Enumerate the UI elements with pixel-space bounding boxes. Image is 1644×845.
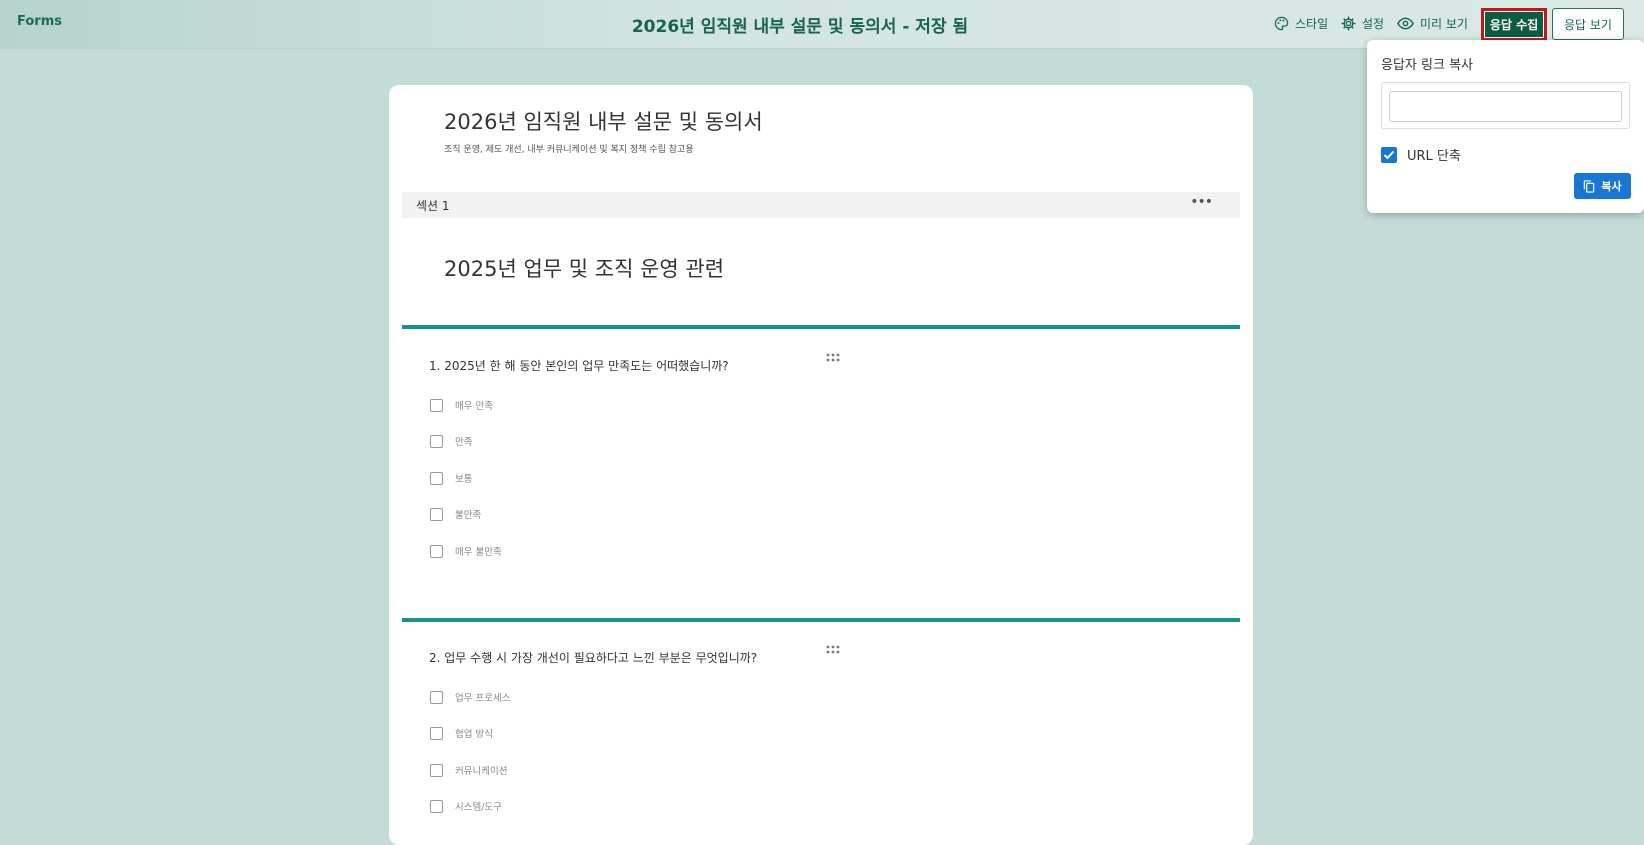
checkbox[interactable] — [430, 544, 443, 558]
gear-icon — [1341, 16, 1356, 31]
form-description[interactable]: 조직 운영, 제도 개선, 내부 커뮤니케이션 및 복지 정책 수립 참고용 — [444, 142, 694, 155]
option-label: 매우 불만족 — [455, 547, 502, 558]
shorten-url-checkbox[interactable] — [1381, 146, 1397, 163]
option-label: 시스템/도구 — [455, 802, 502, 813]
form-card: 2026년 임직원 내부 설문 및 동의서 조직 운영, 제도 개선, 내부 커… — [389, 85, 1253, 845]
style-button[interactable]: 스타일 — [1274, 15, 1328, 32]
option-item[interactable]: 불만족 — [430, 507, 481, 521]
preview-label: 미리 보기 — [1420, 17, 1468, 31]
checkbox[interactable] — [430, 799, 443, 813]
checkbox[interactable] — [430, 398, 443, 412]
form-title[interactable]: 2026년 임직원 내부 설문 및 동의서 — [444, 106, 763, 136]
preview-button[interactable]: 미리 보기 — [1397, 15, 1468, 32]
checkbox[interactable] — [430, 434, 443, 448]
collect-responses-label: 응답 수집 — [1485, 12, 1543, 37]
share-link-popup: 응답자 링크 복사 URL 단축 복사 — [1367, 40, 1644, 213]
option-label: 불만족 — [455, 510, 482, 521]
question-divider — [402, 325, 1240, 329]
checkbox[interactable] — [430, 507, 443, 521]
drag-handle-icon[interactable] — [825, 645, 841, 655]
section-header: 섹션 1 ••• — [402, 192, 1240, 218]
option-label: 커뮤니케이션 — [455, 766, 508, 777]
view-responses-button[interactable]: 응답 보기 — [1552, 8, 1624, 40]
question-title[interactable]: 1. 2025년 한 해 동안 본인의 업무 만족도는 어떠했습니까? — [429, 357, 729, 374]
copy-link-button[interactable]: 복사 — [1574, 173, 1631, 199]
checkmark-icon — [1383, 150, 1395, 159]
option-label: 업무 프로세스 — [455, 693, 511, 704]
shorten-url-label: URL 단축 — [1407, 149, 1461, 164]
palette-icon — [1274, 16, 1289, 31]
option-label: 만족 — [455, 437, 473, 448]
option-item[interactable]: 보통 — [430, 471, 472, 485]
drag-handle-icon[interactable] — [825, 353, 841, 363]
option-item[interactable]: 커뮤니케이션 — [430, 763, 507, 777]
checkbox[interactable] — [430, 471, 443, 485]
responder-link-input[interactable] — [1389, 91, 1622, 122]
option-item[interactable]: 시스템/도구 — [430, 799, 502, 813]
option-item[interactable]: 협업 방식 — [430, 726, 493, 740]
option-label: 보통 — [455, 474, 473, 485]
popup-title: 응답자 링크 복사 — [1381, 58, 1473, 73]
settings-button[interactable]: 설정 — [1341, 15, 1384, 32]
checkbox[interactable] — [430, 763, 443, 777]
style-label: 스타일 — [1295, 17, 1329, 31]
option-item[interactable]: 만족 — [430, 434, 472, 448]
shorten-url-option[interactable]: URL 단축 — [1381, 145, 1461, 164]
option-label: 협업 방식 — [455, 729, 493, 740]
option-item[interactable]: 매우 만족 — [430, 398, 493, 412]
eye-icon — [1397, 17, 1414, 30]
copy-label: 복사 — [1601, 180, 1622, 193]
option-item[interactable]: 업무 프로세스 — [430, 690, 510, 704]
copy-icon — [1584, 179, 1595, 193]
option-item[interactable]: 매우 불만족 — [430, 544, 502, 558]
more-options-icon[interactable]: ••• — [1190, 194, 1213, 210]
section-heading[interactable]: 2025년 업무 및 조직 운영 관련 — [444, 253, 724, 283]
option-label: 매우 만족 — [455, 401, 493, 412]
question-divider — [402, 618, 1240, 622]
checkbox[interactable] — [430, 726, 443, 740]
section-label: 섹션 1 — [416, 199, 450, 213]
settings-label: 설정 — [1362, 17, 1385, 31]
url-field-container — [1381, 82, 1630, 129]
checkbox[interactable] — [430, 690, 443, 704]
question-title[interactable]: 2. 업무 수행 시 가장 개선이 필요하다고 느낀 부분은 무엇입니까? — [429, 649, 757, 666]
collect-responses-button[interactable]: 응답 수집 — [1481, 8, 1547, 41]
